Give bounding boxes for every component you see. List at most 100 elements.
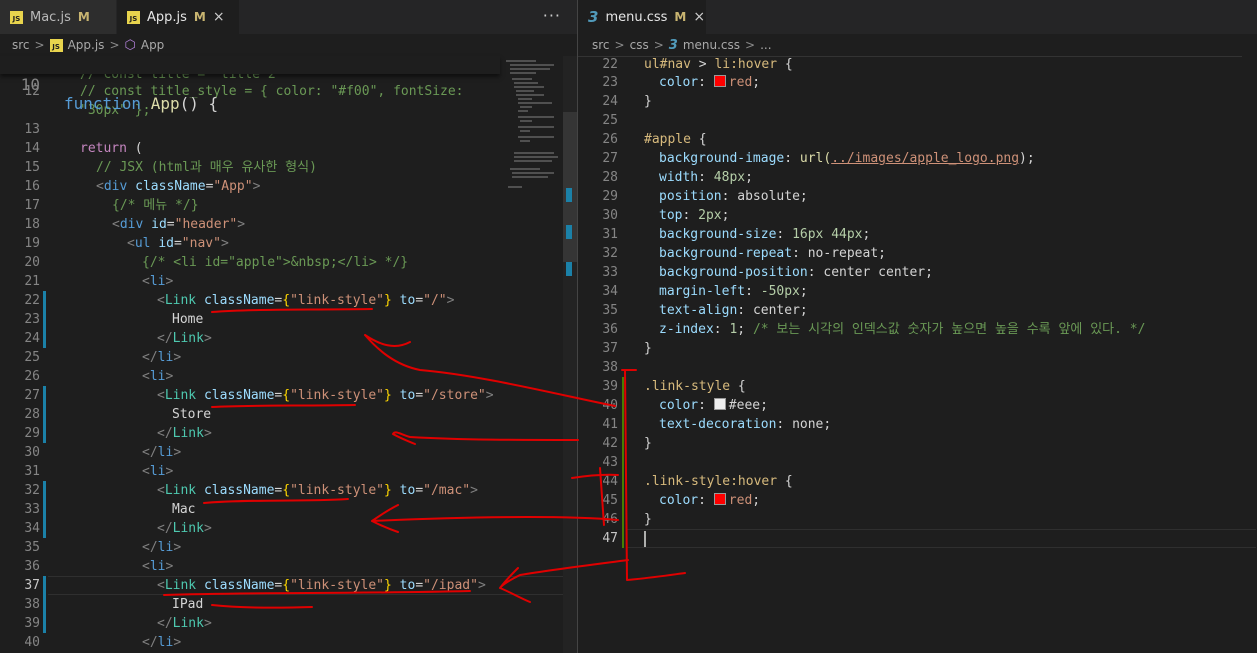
jsx-attr: className xyxy=(203,388,275,403)
css-property: text-decoration xyxy=(659,417,777,432)
css-property: color xyxy=(659,75,699,90)
jsx-string: "link-style" xyxy=(290,388,384,403)
line-number: 31 xyxy=(24,464,40,479)
css-selector: li xyxy=(714,57,731,72)
jsx-string: "link-style" xyxy=(290,578,384,593)
line-number: 39 xyxy=(602,379,618,394)
line-number: 31 xyxy=(602,227,618,242)
minimap[interactable] xyxy=(500,56,564,653)
css-value: 48px xyxy=(713,170,746,185)
line-number: 46 xyxy=(602,512,618,527)
css-value: 2px xyxy=(698,208,722,223)
jsx-string: "nav" xyxy=(181,236,221,251)
line-number: 16 xyxy=(24,179,40,194)
css-property: z-index xyxy=(659,322,714,337)
line-number: 32 xyxy=(602,246,618,261)
color-swatch[interactable] xyxy=(713,398,726,410)
jsx-component: Link xyxy=(172,426,204,441)
jsx-component: Link xyxy=(164,293,197,308)
code-text: { xyxy=(777,474,793,489)
css-pseudo: :hover xyxy=(730,57,778,72)
jsx-tag: div xyxy=(103,179,128,194)
css-selector: #nav xyxy=(659,57,691,72)
line-number: 41 xyxy=(602,417,618,432)
line-number: 14 xyxy=(24,141,40,156)
css-selector: .link-style:hover xyxy=(644,474,778,489)
right-editor-pane[interactable]: 3 menu.css M × src > css > 3 menu.css > … xyxy=(578,0,1257,653)
line-number: 24 xyxy=(24,331,40,346)
css-url-link[interactable]: ../images/apple_logo.png xyxy=(831,151,1019,166)
css-value: 16px 44px xyxy=(792,227,863,242)
code-text: { xyxy=(690,132,707,147)
css-value: red xyxy=(728,493,753,508)
jsx-component: Link xyxy=(164,483,197,498)
css-value: #eee xyxy=(728,398,761,413)
line-number: 21 xyxy=(24,274,40,289)
line-number: 17 xyxy=(24,198,40,213)
jsx-string: "/ipad" xyxy=(423,578,478,593)
scroll-change-marker xyxy=(566,262,572,276)
jsx-tag: li xyxy=(157,635,174,650)
line-number: 25 xyxy=(24,350,40,365)
color-swatch[interactable] xyxy=(713,75,726,87)
jsx-tag: li xyxy=(149,559,166,574)
css-property: position xyxy=(659,189,722,204)
line-number: 29 xyxy=(602,189,618,204)
line-number: 40 xyxy=(602,398,618,413)
line-number: 23 xyxy=(24,312,40,327)
sticky-scroll-header[interactable]: 10 function App() { xyxy=(0,56,500,113)
jsx-string: "header" xyxy=(174,217,238,232)
line-number: 43 xyxy=(602,455,618,470)
line-number: 34 xyxy=(602,284,618,299)
jsx-string: "/store" xyxy=(423,388,486,403)
line-number: 37 xyxy=(24,578,40,593)
code-text: () { xyxy=(179,94,219,113)
line-number: 27 xyxy=(24,388,40,403)
jsx-component: Link xyxy=(172,616,204,631)
right-code-area[interactable]: 22 ul#nav > li:hover { 23 color: red; 24} … xyxy=(578,0,1256,653)
css-selector: #apple xyxy=(644,132,691,147)
jsx-attr: className xyxy=(203,483,275,498)
keyword: return xyxy=(80,141,127,156)
jsx-text: Mac xyxy=(172,502,196,517)
css-value: absolute xyxy=(737,189,800,204)
code-text: ); xyxy=(1019,151,1035,166)
jsx-tag: li xyxy=(157,350,174,365)
css-property: top xyxy=(659,208,683,223)
comment: /* 보는 시각의 인덱스값 숫자가 높으면 높을 수록 앞에 있다. */ xyxy=(752,322,1146,337)
css-function: url( xyxy=(799,151,832,166)
code-text: { xyxy=(777,57,793,72)
more-actions-icon[interactable]: ··· xyxy=(543,6,561,25)
line-number: 18 xyxy=(24,217,40,232)
left-editor-pane[interactable]: JS Mac.js M JS App.js M × ··· src > JS A… xyxy=(0,0,577,653)
line-number: 24 xyxy=(602,94,618,109)
jsx-string: "/mac" xyxy=(423,483,471,498)
css-property: color xyxy=(659,398,699,413)
jsx-attr: id xyxy=(151,217,167,232)
jsx-attr: className xyxy=(203,293,275,308)
css-property: width xyxy=(659,170,699,185)
jsx-tag: ul xyxy=(134,236,151,251)
scroll-thumb[interactable] xyxy=(563,112,577,262)
line-number: 23 xyxy=(602,75,618,90)
css-value: none xyxy=(792,417,824,432)
line-number: 28 xyxy=(602,170,618,185)
line-number: 22 xyxy=(602,57,618,72)
css-selector: ul xyxy=(644,57,660,72)
line-number: 39 xyxy=(24,616,40,631)
color-swatch[interactable] xyxy=(713,493,726,505)
line-number: 27 xyxy=(602,151,618,166)
css-property: background-size xyxy=(659,227,777,242)
comment: {/* 메뉴 */} xyxy=(112,198,199,213)
line-number: 36 xyxy=(24,559,40,574)
jsx-string: "link-style" xyxy=(290,483,384,498)
line-number: 47 xyxy=(602,531,618,546)
jsx-tag: li xyxy=(149,464,166,479)
css-value: center center xyxy=(823,265,926,280)
line-number: 10 xyxy=(20,75,40,94)
css-value: -50px xyxy=(760,284,800,299)
line-number: 19 xyxy=(24,236,40,251)
jsx-component: Link xyxy=(172,331,204,346)
line-number: 29 xyxy=(24,426,40,441)
jsx-tag: li xyxy=(157,445,174,460)
